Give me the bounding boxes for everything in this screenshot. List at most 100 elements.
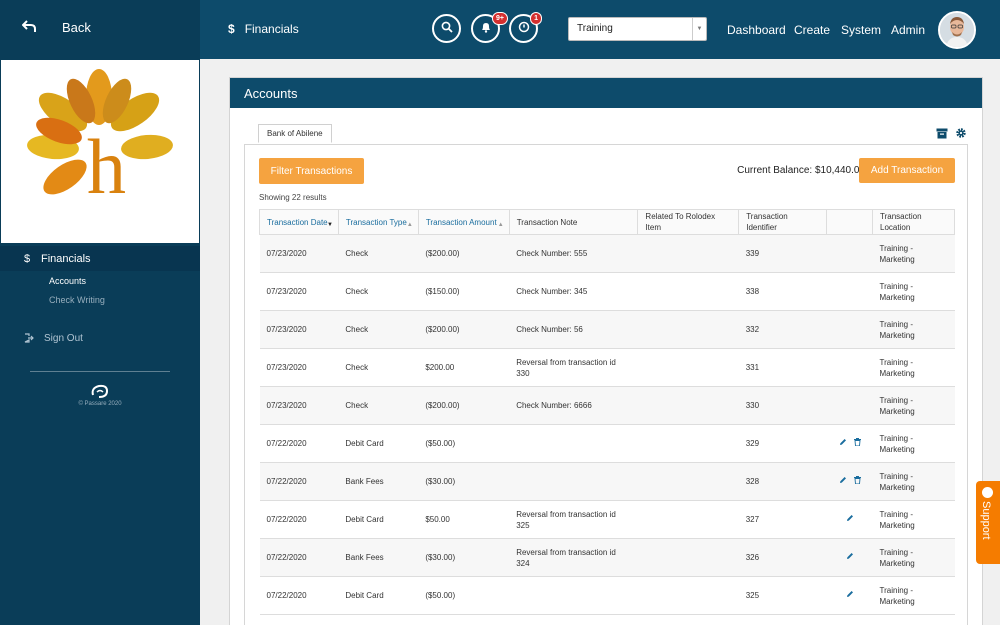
cell-location: Training - Marketing	[872, 462, 955, 501]
transactions-table: Transaction Date ▼ Transaction Type ▲ Tran…	[259, 209, 955, 615]
cell-note: Reversal from transaction id 330	[509, 348, 638, 387]
support-icon	[982, 487, 993, 498]
column-header-type[interactable]: Transaction Type ▲	[337, 209, 419, 235]
cell-identifier: 325	[738, 576, 827, 615]
cell-identifier: 329	[738, 424, 827, 463]
cell-location: Training - Marketing	[872, 386, 955, 425]
pencil-icon[interactable]	[846, 552, 854, 563]
pencil-icon[interactable]	[839, 438, 847, 449]
sign-out-link[interactable]: Sign Out	[24, 333, 83, 346]
nav-system[interactable]: System	[841, 23, 881, 37]
cell-identifier: 339	[738, 234, 827, 273]
cell-date: 07/22/2020	[259, 500, 339, 539]
nav-dashboard[interactable]: Dashboard	[727, 23, 786, 37]
cell-identifier: 328	[738, 462, 827, 501]
filter-transactions-button[interactable]: Filter Transactions	[259, 158, 364, 184]
financials-icon: $	[24, 252, 31, 265]
cell-location: Training - Marketing	[872, 234, 955, 273]
clock-icon	[518, 20, 530, 38]
cell-actions	[826, 310, 873, 349]
pencil-icon[interactable]	[846, 590, 854, 601]
sidebar-item-financials[interactable]: $ Financials	[0, 246, 200, 271]
cell-note	[509, 576, 638, 615]
support-label: Support	[980, 501, 992, 540]
table-row[interactable]: 07/22/2020 Debit Card $50.00 Reversal from …	[259, 500, 955, 539]
cell-amount: ($150.00)	[418, 272, 510, 311]
add-transaction-button[interactable]: Add Transaction	[859, 158, 955, 183]
cell-amount: ($200.00)	[418, 386, 510, 425]
table-row[interactable]: 07/23/2020 Check ($200.00) Check Number: 55…	[259, 234, 955, 273]
cell-date: 07/22/2020	[259, 538, 339, 577]
company-logo: h	[0, 59, 200, 244]
cell-amount: ($50.00)	[418, 424, 510, 463]
cell-location: Training - Marketing	[872, 424, 955, 463]
table-row[interactable]: 07/23/2020 Check ($200.00) Check Number: 66…	[259, 386, 955, 425]
tab-bank-of-abilene[interactable]: Bank of Abilene	[258, 124, 332, 143]
cell-identifier: 338	[738, 272, 827, 311]
cell-type: Check	[338, 234, 419, 273]
nav-admin[interactable]: Admin	[891, 23, 925, 37]
table-row[interactable]: 07/23/2020 Check $200.00 Reversal from tran…	[259, 348, 955, 387]
back-label: Back	[62, 20, 91, 35]
alerts-button[interactable]: 1	[509, 12, 542, 43]
breadcrumb-title: Financials	[244, 22, 299, 36]
cell-type: Check	[338, 272, 419, 311]
cell-identifier: 332	[738, 310, 827, 349]
cell-rolodex	[637, 272, 739, 311]
cell-location: Training - Marketing	[872, 310, 955, 349]
nav-create[interactable]: Create	[794, 23, 830, 37]
cell-location: Training - Marketing	[872, 500, 955, 539]
notifications-button[interactable]: 9+	[471, 12, 508, 43]
cell-location: Training - Marketing	[872, 576, 955, 615]
cell-amount: ($200.00)	[418, 234, 510, 273]
results-count: Showing 22 results	[259, 193, 327, 202]
sidebar-divider	[30, 371, 170, 372]
cell-actions	[826, 386, 873, 425]
pencil-icon[interactable]	[846, 514, 854, 525]
pencil-icon[interactable]	[839, 476, 847, 487]
sidebar: h $ Financials Accounts Check Writing Si…	[0, 59, 200, 625]
table-row[interactable]: 07/22/2020 Debit Card ($50.00) 325 Training …	[259, 576, 955, 615]
trash-icon[interactable]	[853, 438, 861, 449]
chevron-down-icon: ▼	[692, 18, 706, 40]
cell-note: Check Number: 56	[509, 310, 638, 349]
sidebar-item-label: Financials	[41, 252, 91, 265]
cell-amount: ($200.00)	[418, 310, 510, 349]
cell-rolodex	[637, 538, 739, 577]
search-button[interactable]	[432, 14, 461, 43]
table-header-row: Transaction Date ▼ Transaction Type ▲ Tran…	[259, 209, 955, 235]
sidebar-item-check-writing[interactable]: Check Writing	[49, 295, 105, 305]
cell-rolodex	[637, 424, 739, 463]
cell-rolodex	[637, 500, 739, 539]
column-header-date[interactable]: Transaction Date ▼	[259, 209, 339, 235]
user-avatar[interactable]	[938, 11, 976, 49]
column-header-amount[interactable]: Transaction Amount ▲	[417, 209, 510, 235]
table-row[interactable]: 07/22/2020 Debit Card ($50.00) 329 Training …	[259, 424, 955, 463]
cell-actions	[826, 462, 873, 501]
table-row[interactable]: 07/23/2020 Check ($200.00) Check Number: 56…	[259, 310, 955, 349]
cell-date: 07/23/2020	[259, 310, 339, 349]
archive-icon[interactable]	[936, 126, 948, 144]
trash-icon[interactable]	[853, 476, 861, 487]
cell-type: Debit Card	[338, 576, 419, 615]
cell-identifier: 331	[738, 348, 827, 387]
support-button[interactable]: Support	[976, 481, 1000, 564]
cell-date: 07/22/2020	[259, 462, 339, 501]
cell-rolodex	[637, 310, 739, 349]
cell-type: Bank Fees	[338, 462, 419, 501]
sidebar-item-accounts[interactable]: Accounts	[49, 276, 86, 286]
cell-note	[509, 462, 638, 501]
back-button[interactable]: Back	[0, 0, 200, 59]
header-label: Transaction Amount	[425, 217, 497, 227]
environment-select-value: Training	[577, 23, 613, 34]
environment-select[interactable]: Training ▼	[568, 17, 707, 41]
cell-date: 07/23/2020	[259, 386, 339, 425]
gear-icon[interactable]	[955, 126, 967, 144]
cell-amount: ($30.00)	[418, 538, 510, 577]
table-row[interactable]: 07/23/2020 Check ($150.00) Check Number: 34…	[259, 272, 955, 311]
cell-actions	[826, 538, 873, 577]
table-row[interactable]: 07/22/2020 Bank Fees ($30.00) Reversal from…	[259, 538, 955, 577]
table-row[interactable]: 07/22/2020 Bank Fees ($30.00) 328 Training -…	[259, 462, 955, 501]
cell-actions	[826, 272, 873, 311]
cell-location: Training - Marketing	[872, 538, 955, 577]
